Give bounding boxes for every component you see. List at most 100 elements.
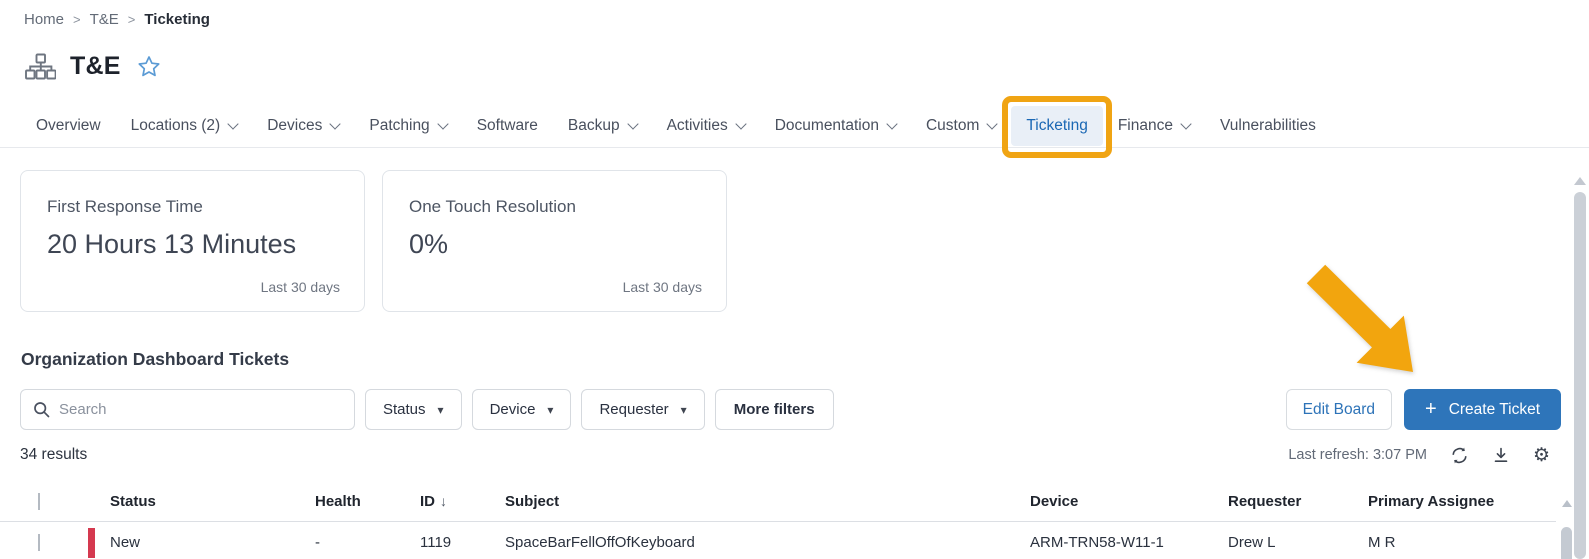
tab-label: Locations (2)	[131, 117, 221, 135]
ticket-health: -	[293, 534, 398, 551]
ticket-row[interactable]: New - 1119 SpaceBarFellOffOfKeyboard ARM…	[0, 521, 1556, 559]
tab-label: Software	[477, 117, 538, 135]
chevron-down-icon	[627, 118, 638, 129]
tab-vulnerabilities[interactable]: Vulnerabilities	[1205, 106, 1331, 146]
tab-devices[interactable]: Devices	[252, 106, 354, 146]
column-header-primary-assignee[interactable]: Primary Assignee	[1346, 493, 1556, 510]
status-color-bar	[88, 528, 95, 558]
tab-label: Ticketing	[1026, 117, 1087, 135]
column-header-subject[interactable]: Subject	[483, 493, 1008, 510]
filter-label: Device	[490, 401, 536, 418]
requester-filter-dropdown[interactable]: Requester ▾	[581, 389, 704, 430]
search-box[interactable]	[20, 389, 355, 430]
column-label: Device	[1030, 493, 1078, 510]
column-label: Status	[110, 493, 156, 510]
chevron-down-icon	[987, 118, 998, 129]
tab-overview[interactable]: Overview	[21, 106, 116, 146]
caret-down-icon: ▾	[681, 403, 687, 417]
last-refresh-label: Last refresh: 3:07 PM	[1288, 447, 1427, 463]
table-header-row: Status Health ID ↓ Subject Device Request…	[0, 481, 1556, 521]
tab-patching[interactable]: Patching	[354, 106, 461, 146]
metric-value: 20 Hours 13 Minutes	[47, 229, 340, 260]
breadcrumb-current: Ticketing	[144, 11, 210, 28]
breadcrumb-home[interactable]: Home	[24, 11, 64, 28]
status-filter-dropdown[interactable]: Status ▾	[365, 389, 462, 430]
tab-documentation[interactable]: Documentation	[760, 106, 911, 146]
refresh-meta: Last refresh: 3:07 PM ⚙	[1288, 446, 1550, 465]
tab-finance[interactable]: Finance	[1103, 106, 1205, 146]
tab-label: Custom	[926, 117, 979, 135]
refresh-icon[interactable]	[1450, 446, 1469, 465]
breadcrumb-separator: >	[73, 12, 81, 27]
sort-descending-icon: ↓	[440, 493, 447, 509]
ticket-status-cell: New	[88, 522, 293, 559]
column-label: Subject	[505, 493, 559, 510]
metric-title: One Touch Resolution	[409, 197, 702, 217]
metric-cards: First Response Time 20 Hours 13 Minutes …	[20, 170, 727, 312]
column-header-requester[interactable]: Requester	[1206, 493, 1346, 510]
tab-label: Finance	[1118, 117, 1173, 135]
tab-locations[interactable]: Locations (2)	[116, 106, 253, 146]
ticket-subject: SpaceBarFellOffOfKeyboard	[483, 534, 1008, 551]
page-scrollbar-up-arrow[interactable]	[1574, 177, 1586, 185]
results-count: 34 results	[20, 446, 87, 464]
more-filters-button[interactable]: More filters	[715, 389, 834, 430]
metric-period: Last 30 days	[409, 279, 702, 295]
page-scrollbar[interactable]	[1574, 192, 1586, 559]
column-header-health[interactable]: Health	[293, 493, 398, 510]
filter-toolbar: Status ▾ Device ▾ Requester ▾ More filte…	[20, 389, 1561, 430]
device-filter-dropdown[interactable]: Device ▾	[472, 389, 572, 430]
metric-period: Last 30 days	[47, 279, 340, 295]
annotation-arrow	[1288, 262, 1438, 387]
ticket-status: New	[110, 534, 140, 551]
ticketing-dashboard-page: Home > T&E > Ticketing T&E Overview	[0, 0, 1589, 559]
search-input[interactable]	[59, 401, 342, 418]
chevron-down-icon	[330, 118, 341, 129]
tab-label: Activities	[667, 117, 728, 135]
column-label: ID	[420, 493, 435, 510]
tab-label: Vulnerabilities	[1220, 117, 1316, 135]
tab-backup[interactable]: Backup	[553, 106, 652, 146]
create-ticket-button[interactable]: + Create Ticket	[1404, 389, 1561, 430]
page-title: T&E	[70, 52, 121, 81]
chevron-down-icon	[735, 118, 746, 129]
edit-board-button[interactable]: Edit Board	[1286, 389, 1392, 430]
chevron-down-icon	[437, 118, 448, 129]
ticket-device: ARM-TRN58-W11-1	[1008, 534, 1206, 551]
breadcrumb-separator: >	[128, 12, 136, 27]
filter-label: Requester	[599, 401, 668, 418]
download-icon[interactable]	[1492, 446, 1510, 464]
column-label: Health	[315, 493, 361, 510]
caret-down-icon: ▾	[547, 403, 553, 417]
gear-glyph: ⚙	[1533, 446, 1550, 465]
metric-value: 0%	[409, 229, 702, 260]
tab-software[interactable]: Software	[462, 106, 553, 146]
column-header-id[interactable]: ID ↓	[398, 493, 483, 510]
table-scrollbar[interactable]	[1561, 527, 1572, 559]
organization-icon	[25, 53, 56, 80]
metric-card-first-response-time: First Response Time 20 Hours 13 Minutes …	[20, 170, 365, 312]
tab-label: Patching	[369, 117, 429, 135]
row-checkbox[interactable]	[38, 534, 40, 551]
table-scrollbar-up-arrow[interactable]	[1562, 500, 1572, 507]
metric-card-one-touch-resolution: One Touch Resolution 0% Last 30 days	[382, 170, 727, 312]
plus-icon: +	[1425, 399, 1437, 419]
metric-title: First Response Time	[47, 197, 340, 217]
tab-ticketing[interactable]: Ticketing	[1011, 106, 1102, 146]
board-actions: Edit Board + Create Ticket	[1286, 389, 1561, 430]
ticket-id: 1119	[398, 534, 483, 551]
section-heading: Organization Dashboard Tickets	[21, 349, 289, 370]
breadcrumb-org[interactable]: T&E	[90, 11, 119, 28]
tab-custom[interactable]: Custom	[911, 106, 1011, 146]
favorite-star-icon[interactable]	[137, 55, 161, 78]
column-header-status[interactable]: Status	[88, 493, 293, 510]
select-all-checkbox[interactable]	[38, 493, 40, 510]
filter-label: Status	[383, 401, 426, 418]
page-header: T&E	[25, 52, 161, 81]
column-header-device[interactable]: Device	[1008, 493, 1206, 510]
settings-gear-icon[interactable]: ⚙	[1533, 446, 1550, 465]
tab-activities[interactable]: Activities	[652, 106, 760, 146]
tab-label: Devices	[267, 117, 322, 135]
search-icon	[33, 401, 50, 418]
ticket-requester: Drew L	[1206, 534, 1346, 551]
